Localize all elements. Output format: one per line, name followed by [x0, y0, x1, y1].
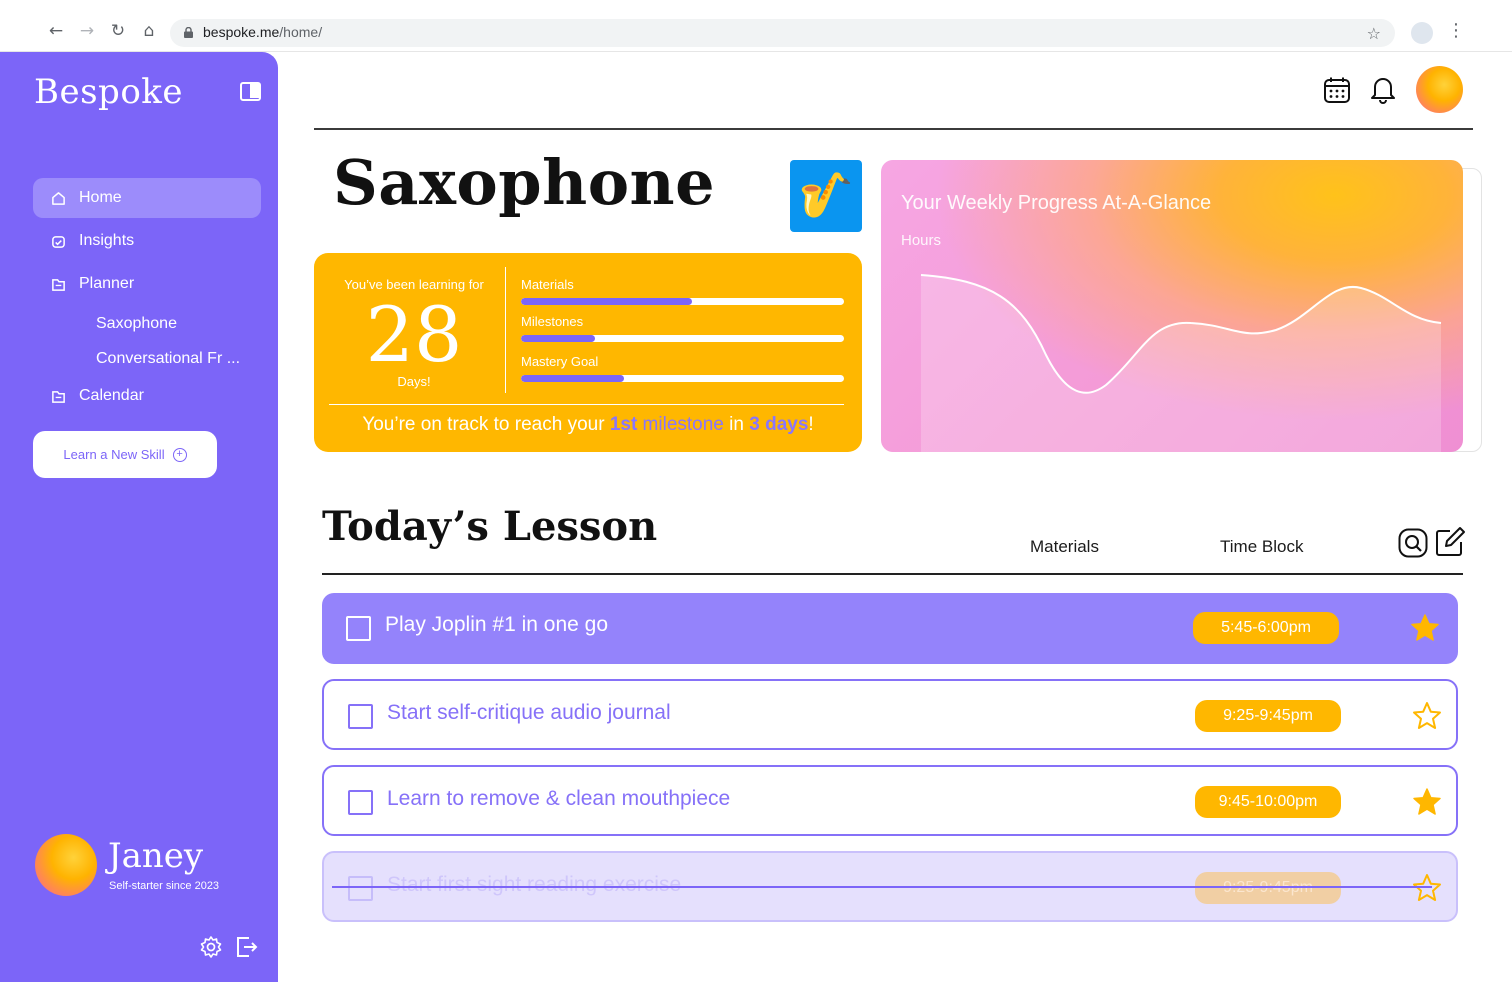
- sidebar-item-label: Planner: [79, 275, 135, 292]
- task-label: Learn to remove & clean mouthpiece: [387, 787, 731, 810]
- weekly-card-title: Your Weekly Progress At-A-Glance: [901, 192, 1212, 214]
- materials-bar-label: Materials: [521, 277, 574, 292]
- page-title: Saxophone: [333, 146, 716, 219]
- back-icon[interactable]: ←: [45, 20, 67, 42]
- task-label: Start self-critique audio journal: [387, 701, 671, 724]
- lesson-title: Today’s Lesson: [322, 503, 658, 550]
- mastery-bar-label: Mastery Goal: [521, 354, 599, 369]
- milestones-bar-label: Milestones: [521, 314, 584, 329]
- sidebar-item-label: Calendar: [79, 387, 144, 404]
- learn-new-skill-button[interactable]: Learn a New Skill +: [33, 431, 217, 478]
- weekly-progress-card[interactable]: Your Weekly Progress At-A-Glance Hours: [881, 160, 1463, 452]
- browser-chrome: ← → ↻ ⌂ bespoke.me/home/ ☆ ⋮: [0, 0, 1512, 52]
- task-checkbox[interactable]: [348, 790, 373, 815]
- progress-card: You’ve been learning for 28 Days! Materi…: [314, 253, 862, 452]
- star-filled-icon[interactable]: [1410, 613, 1440, 643]
- logout-icon[interactable]: [235, 935, 259, 959]
- learn-new-skill-label: Learn a New Skill: [63, 447, 165, 462]
- column-header-materials[interactable]: Materials: [1030, 537, 1099, 557]
- sidebar-subitem-saxophone[interactable]: Saxophone: [96, 315, 177, 333]
- strikethrough-line: [332, 886, 1432, 888]
- edit-icon[interactable]: [1434, 526, 1466, 558]
- browser-profile-icon[interactable]: [1411, 22, 1433, 44]
- column-header-time-block[interactable]: Time Block: [1220, 537, 1303, 557]
- task-checkbox[interactable]: [348, 704, 373, 729]
- task-row[interactable]: Learn to remove & clean mouthpiece 9:45-…: [322, 765, 1458, 836]
- saxophone-icon: 🎷: [790, 160, 862, 232]
- insights-icon: [52, 235, 65, 248]
- card-divider: [505, 267, 506, 393]
- time-block-badge: 9:25-9:45pm: [1195, 872, 1341, 904]
- plus-circle-icon: +: [172, 447, 187, 462]
- weekly-card-ylabel: Hours: [901, 232, 942, 249]
- task-row-completed[interactable]: Start first sight reading exercise 9:25-…: [322, 851, 1458, 922]
- weekly-chart-area: [921, 275, 1441, 452]
- mastery-progress-bar: [521, 375, 844, 382]
- forward-icon[interactable]: →: [76, 20, 98, 42]
- sidebar-item-planner[interactable]: Planner: [33, 264, 261, 304]
- calendar-folder-icon: [52, 390, 65, 403]
- home-icon: [52, 191, 65, 205]
- brand-logo[interactable]: Bespoke: [34, 72, 183, 112]
- time-block-badge: 9:45-10:00pm: [1195, 786, 1341, 818]
- star-outline-icon[interactable]: [1412, 701, 1442, 731]
- task-row[interactable]: Play Joplin #1 in one go 5:45-6:00pm: [322, 593, 1458, 664]
- user-subtitle: Self-starter since 2023: [109, 880, 220, 892]
- materials-progress-bar: [521, 298, 844, 305]
- bell-icon[interactable]: [1369, 74, 1397, 104]
- sidebar: Bespoke Home Insights Planner Saxophone …: [0, 52, 278, 982]
- header-avatar[interactable]: [1416, 66, 1463, 113]
- sidebar-item-calendar[interactable]: Calendar: [33, 376, 261, 416]
- star-outline-icon[interactable]: [1412, 873, 1442, 903]
- header-divider: [314, 128, 1473, 130]
- lock-icon: [184, 27, 193, 38]
- time-block-badge: 9:25-9:45pm: [1195, 700, 1341, 732]
- user-name: Janey: [108, 836, 204, 876]
- task-checkbox[interactable]: [348, 876, 373, 901]
- browser-menu-icon[interactable]: ⋮: [1447, 20, 1465, 41]
- days-label: Days!: [397, 374, 431, 389]
- sidebar-item-label: Home: [79, 189, 122, 206]
- planner-icon: [52, 278, 65, 291]
- reload-icon[interactable]: ↻: [107, 20, 129, 42]
- task-row[interactable]: Start self-critique audio journal 9:25-9…: [322, 679, 1458, 750]
- address-bar[interactable]: bespoke.me/home/ ☆: [170, 19, 1395, 47]
- days-count: 28: [365, 290, 463, 379]
- sidebar-toggle-icon[interactable]: [240, 82, 261, 101]
- gear-icon[interactable]: [199, 935, 223, 959]
- milestones-progress-bar: [521, 335, 844, 342]
- task-checkbox[interactable]: [346, 616, 371, 641]
- url-text: bespoke.me/home/: [203, 24, 323, 40]
- task-label: Play Joplin #1 in one go: [385, 613, 608, 636]
- search-icon[interactable]: [1398, 528, 1428, 558]
- task-label: Start first sight reading exercise: [387, 873, 682, 896]
- sidebar-item-label: Insights: [79, 232, 135, 249]
- lesson-divider: [322, 573, 1463, 575]
- sidebar-subitem-conversational-french[interactable]: Conversational Fr ...: [96, 350, 240, 368]
- sidebar-item-home[interactable]: Home: [33, 178, 261, 218]
- time-block-badge: 5:45-6:00pm: [1193, 612, 1339, 644]
- card-divider-horizontal: [329, 404, 844, 405]
- home-browser-icon[interactable]: ⌂: [138, 20, 160, 42]
- sidebar-item-insights[interactable]: Insights: [33, 221, 261, 261]
- calendar-icon[interactable]: [1323, 76, 1351, 104]
- on-track-message: You’re on track to reach your 1st milest…: [362, 414, 814, 435]
- star-filled-icon[interactable]: [1412, 787, 1442, 817]
- bookmark-star-icon[interactable]: ☆: [1367, 24, 1381, 43]
- user-avatar[interactable]: [35, 834, 97, 896]
